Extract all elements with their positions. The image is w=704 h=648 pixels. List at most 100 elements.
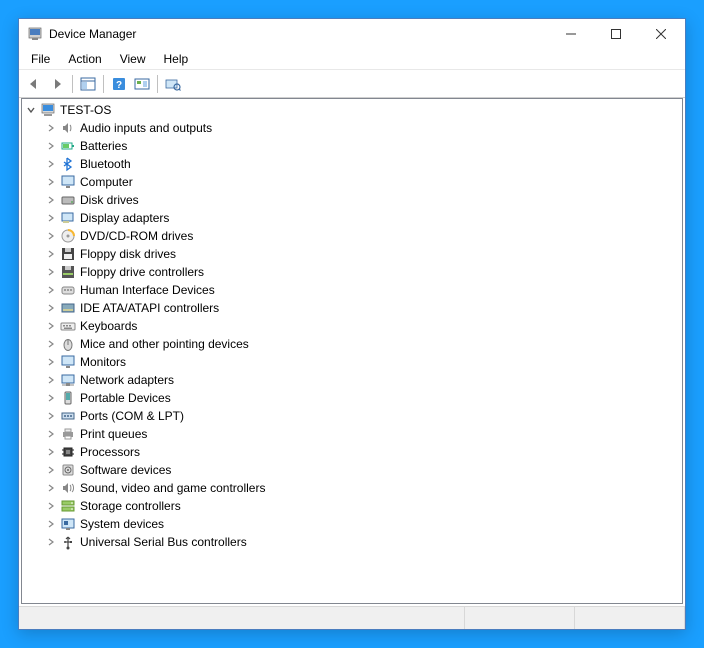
tree-node[interactable]: IDE ATA/ATAPI controllers bbox=[22, 299, 682, 317]
chevron-right-icon[interactable] bbox=[44, 229, 58, 243]
tree-node[interactable]: Human Interface Devices bbox=[22, 281, 682, 299]
mouse-icon bbox=[60, 336, 76, 352]
chevron-right-icon[interactable] bbox=[44, 481, 58, 495]
menu-action[interactable]: Action bbox=[60, 50, 109, 68]
optical-drive-icon bbox=[60, 228, 76, 244]
tree-node-label: Keyboards bbox=[80, 319, 137, 333]
window-controls bbox=[548, 19, 683, 49]
tree-node[interactable]: Floppy disk drives bbox=[22, 245, 682, 263]
chevron-right-icon[interactable] bbox=[44, 391, 58, 405]
sound-icon bbox=[60, 480, 76, 496]
printer-icon bbox=[60, 426, 76, 442]
system-icon bbox=[60, 516, 76, 532]
chevron-right-icon[interactable] bbox=[44, 409, 58, 423]
tree-node[interactable]: Bluetooth bbox=[22, 155, 682, 173]
chevron-right-icon[interactable] bbox=[44, 283, 58, 297]
show-hidden-devices-button[interactable] bbox=[162, 73, 184, 95]
chevron-right-icon[interactable] bbox=[44, 517, 58, 531]
device-tree[interactable]: TEST-OS Audio inputs and outputs Batterie… bbox=[21, 98, 683, 604]
cpu-icon bbox=[60, 444, 76, 460]
help-button[interactable]: ? bbox=[108, 73, 130, 95]
tree-node[interactable]: Disk drives bbox=[22, 191, 682, 209]
toolbar-separator bbox=[72, 75, 73, 93]
speaker-icon bbox=[60, 120, 76, 136]
forward-button[interactable] bbox=[46, 73, 68, 95]
bluetooth-icon bbox=[60, 156, 76, 172]
tree-node[interactable]: System devices bbox=[22, 515, 682, 533]
tree-node[interactable]: Ports (COM & LPT) bbox=[22, 407, 682, 425]
tree-node-label: Storage controllers bbox=[80, 499, 181, 513]
tree-node[interactable]: Computer bbox=[22, 173, 682, 191]
chevron-right-icon[interactable] bbox=[44, 121, 58, 135]
tree-node[interactable]: Mice and other pointing devices bbox=[22, 335, 682, 353]
chevron-down-icon[interactable] bbox=[24, 103, 38, 117]
tree-node[interactable]: Display adapters bbox=[22, 209, 682, 227]
toolbar-separator bbox=[103, 75, 104, 93]
tree-node-label: Bluetooth bbox=[80, 157, 131, 171]
chevron-right-icon[interactable] bbox=[44, 139, 58, 153]
chevron-right-icon[interactable] bbox=[44, 193, 58, 207]
chevron-right-icon[interactable] bbox=[44, 373, 58, 387]
show-hide-console-tree-button[interactable] bbox=[77, 73, 99, 95]
menubar: File Action View Help bbox=[19, 49, 685, 70]
chevron-right-icon[interactable] bbox=[44, 301, 58, 315]
chevron-right-icon[interactable] bbox=[44, 427, 58, 441]
menu-view[interactable]: View bbox=[112, 50, 154, 68]
floppy-icon bbox=[60, 246, 76, 262]
maximize-button[interactable] bbox=[593, 19, 638, 49]
battery-icon bbox=[60, 138, 76, 154]
chevron-right-icon[interactable] bbox=[44, 337, 58, 351]
tree-node[interactable]: Audio inputs and outputs bbox=[22, 119, 682, 137]
statusbar bbox=[19, 606, 685, 629]
back-button[interactable] bbox=[23, 73, 45, 95]
chevron-right-icon[interactable] bbox=[44, 463, 58, 477]
tree-node-label: Sound, video and game controllers bbox=[80, 481, 265, 495]
chevron-right-icon[interactable] bbox=[44, 175, 58, 189]
tree-node[interactable]: Sound, video and game controllers bbox=[22, 479, 682, 497]
close-button[interactable] bbox=[638, 19, 683, 49]
minimize-button[interactable] bbox=[548, 19, 593, 49]
port-icon bbox=[60, 408, 76, 424]
tree-node-label: Monitors bbox=[80, 355, 126, 369]
tree-node[interactable]: Print queues bbox=[22, 425, 682, 443]
chevron-right-icon[interactable] bbox=[44, 247, 58, 261]
chevron-right-icon[interactable] bbox=[44, 157, 58, 171]
tree-node-label: Print queues bbox=[80, 427, 147, 441]
keyboard-icon bbox=[60, 318, 76, 334]
scan-hardware-button[interactable] bbox=[131, 73, 153, 95]
tree-node-label: Network adapters bbox=[80, 373, 174, 387]
tree-node[interactable]: Software devices bbox=[22, 461, 682, 479]
tree-node[interactable]: Portable Devices bbox=[22, 389, 682, 407]
tree-node-label: Audio inputs and outputs bbox=[80, 121, 212, 135]
tree-node[interactable]: Network adapters bbox=[22, 371, 682, 389]
titlebar: Device Manager bbox=[19, 19, 685, 49]
tree-node-label: Ports (COM & LPT) bbox=[80, 409, 184, 423]
computer-icon bbox=[40, 102, 56, 118]
chevron-right-icon[interactable] bbox=[44, 319, 58, 333]
tree-root[interactable]: TEST-OS bbox=[22, 101, 682, 119]
toolbar: ? bbox=[19, 70, 685, 98]
tree-node[interactable]: Processors bbox=[22, 443, 682, 461]
portable-icon bbox=[60, 390, 76, 406]
chevron-right-icon[interactable] bbox=[44, 535, 58, 549]
tree-node[interactable]: Batteries bbox=[22, 137, 682, 155]
tree-node[interactable]: DVD/CD-ROM drives bbox=[22, 227, 682, 245]
toolbar-separator bbox=[157, 75, 158, 93]
statusbar-panel bbox=[19, 607, 465, 629]
menu-file[interactable]: File bbox=[23, 50, 58, 68]
tree-node[interactable]: Keyboards bbox=[22, 317, 682, 335]
tree-node[interactable]: Storage controllers bbox=[22, 497, 682, 515]
chevron-right-icon[interactable] bbox=[44, 265, 58, 279]
chevron-right-icon[interactable] bbox=[44, 355, 58, 369]
tree-node[interactable]: Floppy drive controllers bbox=[22, 263, 682, 281]
chevron-right-icon[interactable] bbox=[44, 445, 58, 459]
tree-node[interactable]: Monitors bbox=[22, 353, 682, 371]
chevron-right-icon[interactable] bbox=[44, 211, 58, 225]
chevron-right-icon[interactable] bbox=[44, 499, 58, 513]
tree-node[interactable]: Universal Serial Bus controllers bbox=[22, 533, 682, 551]
tree-node-label: Portable Devices bbox=[80, 391, 171, 405]
tree-node-label: Floppy disk drives bbox=[80, 247, 176, 261]
tree-node-label: Human Interface Devices bbox=[80, 283, 215, 297]
storage-icon bbox=[60, 498, 76, 514]
menu-help[interactable]: Help bbox=[156, 50, 197, 68]
